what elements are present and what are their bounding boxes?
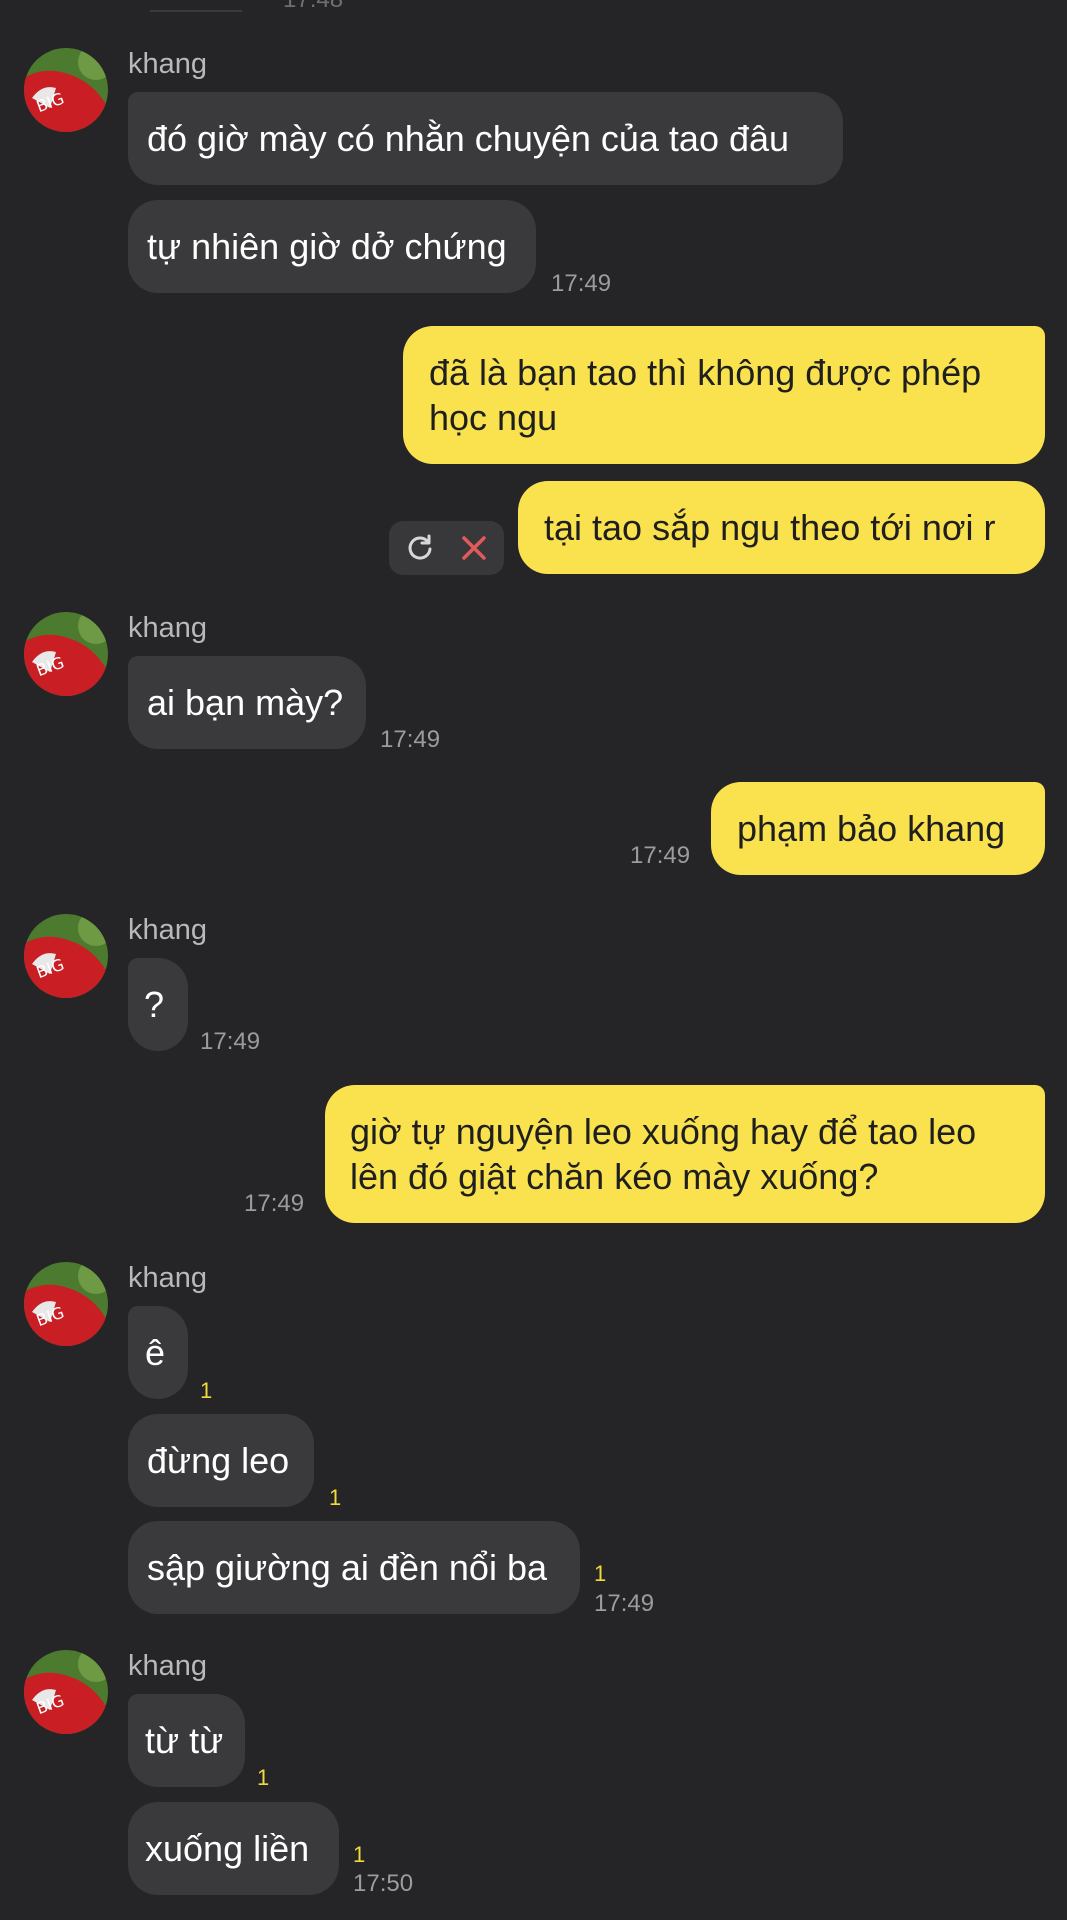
avatar[interactable]: BIG xyxy=(24,48,108,132)
avatar-image: BIG xyxy=(24,914,108,998)
divider xyxy=(150,10,242,12)
sender-name: khang xyxy=(128,914,208,946)
message-bubble[interactable]: ê xyxy=(128,1306,188,1399)
message-text: tự nhiên giờ dở chứng xyxy=(147,226,507,267)
close-icon[interactable] xyxy=(460,534,488,567)
message-bubble[interactable]: đó giờ mày có nhằn chuyện của tao đâu xyxy=(128,92,843,185)
message-bubble[interactable]: tại tao sắp ngu theo tới nơi r xyxy=(518,481,1045,574)
message-bubble[interactable]: tự nhiên giờ dở chứng xyxy=(128,200,536,293)
message-time: 17:49 xyxy=(380,726,441,753)
message-time: 17:49 xyxy=(594,1590,655,1617)
message-bubble[interactable]: sập giường ai đền nổi ba xyxy=(128,1521,580,1614)
message-text: phạm bảo khang xyxy=(737,808,1006,849)
message-time: 17:50 xyxy=(353,1870,414,1897)
message-bubble[interactable]: xuống liền xyxy=(128,1802,339,1895)
message-time: 17:49 xyxy=(200,1028,261,1055)
message-text: đó giờ mày có nhằn chuyện của tao đâu xyxy=(147,118,790,159)
unread-count: 1 xyxy=(353,1842,366,1867)
message-text: đừng leo xyxy=(147,1440,290,1481)
avatar[interactable]: BIG xyxy=(24,1262,108,1346)
message-bubble[interactable]: từ từ xyxy=(128,1694,245,1787)
sender-name: khang xyxy=(128,1650,208,1682)
message-bubble[interactable]: ai bạn mày? xyxy=(128,656,366,749)
unread-count: 1 xyxy=(329,1485,342,1510)
refresh-icon[interactable] xyxy=(405,533,435,568)
message-text: ê xyxy=(145,1332,166,1373)
message-text: giờ tự nguyện leo xuống hay để tao leo l… xyxy=(350,1111,977,1197)
avatar[interactable]: BIG xyxy=(24,914,108,998)
message-text: ? xyxy=(144,984,165,1025)
sender-name: khang xyxy=(128,48,208,80)
avatar-image: BIG xyxy=(24,612,108,696)
message-time: 17:49 xyxy=(630,842,691,869)
timestamp: 17:48 xyxy=(283,0,343,14)
unread-count: 1 xyxy=(200,1378,213,1403)
message-text: xuống liền xyxy=(145,1828,310,1869)
avatar[interactable]: BIG xyxy=(24,612,108,696)
message-bubble[interactable]: ? xyxy=(128,958,188,1051)
message-text: sập giường ai đền nổi ba xyxy=(147,1547,547,1588)
message-time: 17:49 xyxy=(244,1190,305,1217)
message-bubble[interactable]: đã là bạn tao thì không được phép học ng… xyxy=(403,326,1045,464)
message-text: từ từ xyxy=(145,1720,224,1761)
message-time: 17:49 xyxy=(551,270,612,297)
message-text: ai bạn mày? xyxy=(147,682,344,723)
unread-count: 1 xyxy=(257,1765,270,1790)
failed-message-actions xyxy=(389,521,504,575)
avatar-image: BIG xyxy=(24,1650,108,1734)
message-text: đã là bạn tao thì không được phép học ng… xyxy=(429,352,982,438)
avatar-image: BIG xyxy=(24,1262,108,1346)
avatar-image: BIG xyxy=(24,48,108,132)
sender-name: khang xyxy=(128,1262,208,1294)
message-text: tại tao sắp ngu theo tới nơi r xyxy=(544,507,996,548)
unread-count: 1 xyxy=(594,1561,607,1586)
message-bubble[interactable]: phạm bảo khang xyxy=(711,782,1045,875)
sender-name: khang xyxy=(128,612,208,644)
message-bubble[interactable]: giờ tự nguyện leo xuống hay để tao leo l… xyxy=(325,1085,1045,1223)
avatar[interactable]: BIG xyxy=(24,1650,108,1734)
message-bubble[interactable]: đừng leo xyxy=(128,1414,314,1507)
